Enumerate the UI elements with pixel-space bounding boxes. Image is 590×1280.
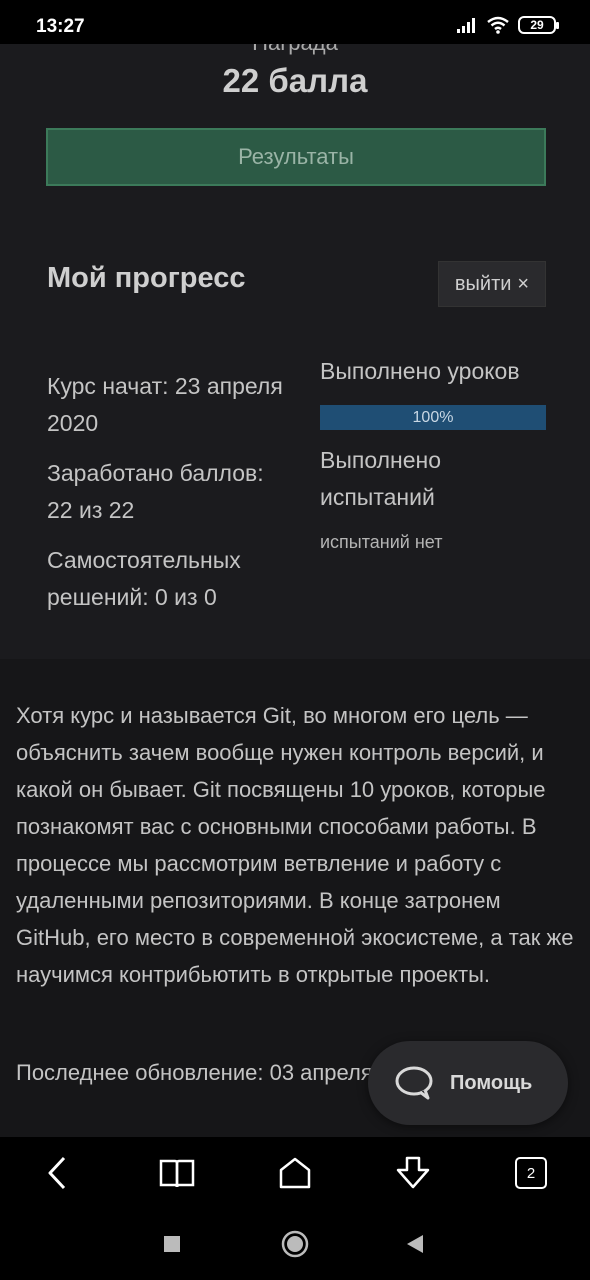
status-bar: 13:27 29	[0, 0, 590, 44]
last-update: Последнее обновление: 03 апреля	[16, 1060, 373, 1085]
chat-bubble-icon	[395, 1066, 433, 1100]
circle-icon	[281, 1230, 309, 1258]
system-back-button[interactable]	[400, 1229, 430, 1259]
system-home-button[interactable]	[280, 1229, 310, 1259]
chevron-left-icon	[48, 1156, 66, 1190]
self-solutions: Самостоятельных решений: 0 из 0	[47, 547, 241, 610]
course-progress-card: Награда 22 балла Результаты Мой прогресс…	[0, 44, 590, 659]
clock: 13:27	[36, 16, 85, 37]
download-icon	[396, 1156, 430, 1189]
close-icon: ×	[517, 272, 530, 295]
trials-label: Выполнено испытаний	[320, 447, 442, 510]
help-label: Помощь	[450, 1071, 533, 1094]
book-icon	[159, 1159, 195, 1188]
status-icons: 29	[456, 16, 559, 34]
bookmarks-button[interactable]	[157, 1153, 197, 1193]
square-icon	[164, 1236, 180, 1252]
logout-label: выйти	[454, 272, 512, 295]
course-description: Хотя курс и называется Git, во многом ег…	[16, 703, 574, 987]
trials-empty-text: испытаний нет	[320, 532, 443, 552]
help-button[interactable]: Помощь	[368, 1041, 568, 1125]
battery-icon: 29	[518, 16, 559, 34]
progress-stats: Курс начат: 23 апреля 2020 Заработано ба…	[47, 368, 287, 629]
lessons-progress-bar: 100%	[320, 405, 546, 430]
page-content: Награда 22 балла Результаты Мой прогресс…	[0, 44, 590, 1137]
browser-toolbar: 2	[0, 1137, 590, 1207]
clipped-heading: Награда	[0, 44, 590, 56]
tabs-count-icon: 2	[515, 1157, 547, 1189]
home-icon	[279, 1157, 311, 1189]
system-nav-bar	[0, 1207, 590, 1280]
results-button[interactable]: Результаты	[46, 128, 546, 186]
triangle-left-icon	[407, 1235, 423, 1253]
download-button[interactable]	[393, 1153, 433, 1193]
home-button[interactable]	[275, 1153, 315, 1193]
progress-title: Мой прогресс	[47, 262, 246, 294]
lessons-label: Выполнено уроков	[320, 358, 520, 384]
logout-button[interactable]: выйти ×	[438, 261, 546, 307]
course-started: Курс начат: 23 апреля 2020	[47, 373, 283, 436]
score-value: 22 балла	[222, 62, 368, 99]
recents-button[interactable]	[157, 1229, 187, 1259]
wifi-icon	[487, 16, 509, 34]
points-earned: Заработано баллов: 22 из 22	[47, 460, 264, 523]
tabs-button[interactable]: 2	[511, 1153, 551, 1193]
signal-icon	[457, 18, 475, 33]
back-button[interactable]	[38, 1153, 78, 1193]
lessons-progress-text: 100%	[412, 409, 454, 426]
